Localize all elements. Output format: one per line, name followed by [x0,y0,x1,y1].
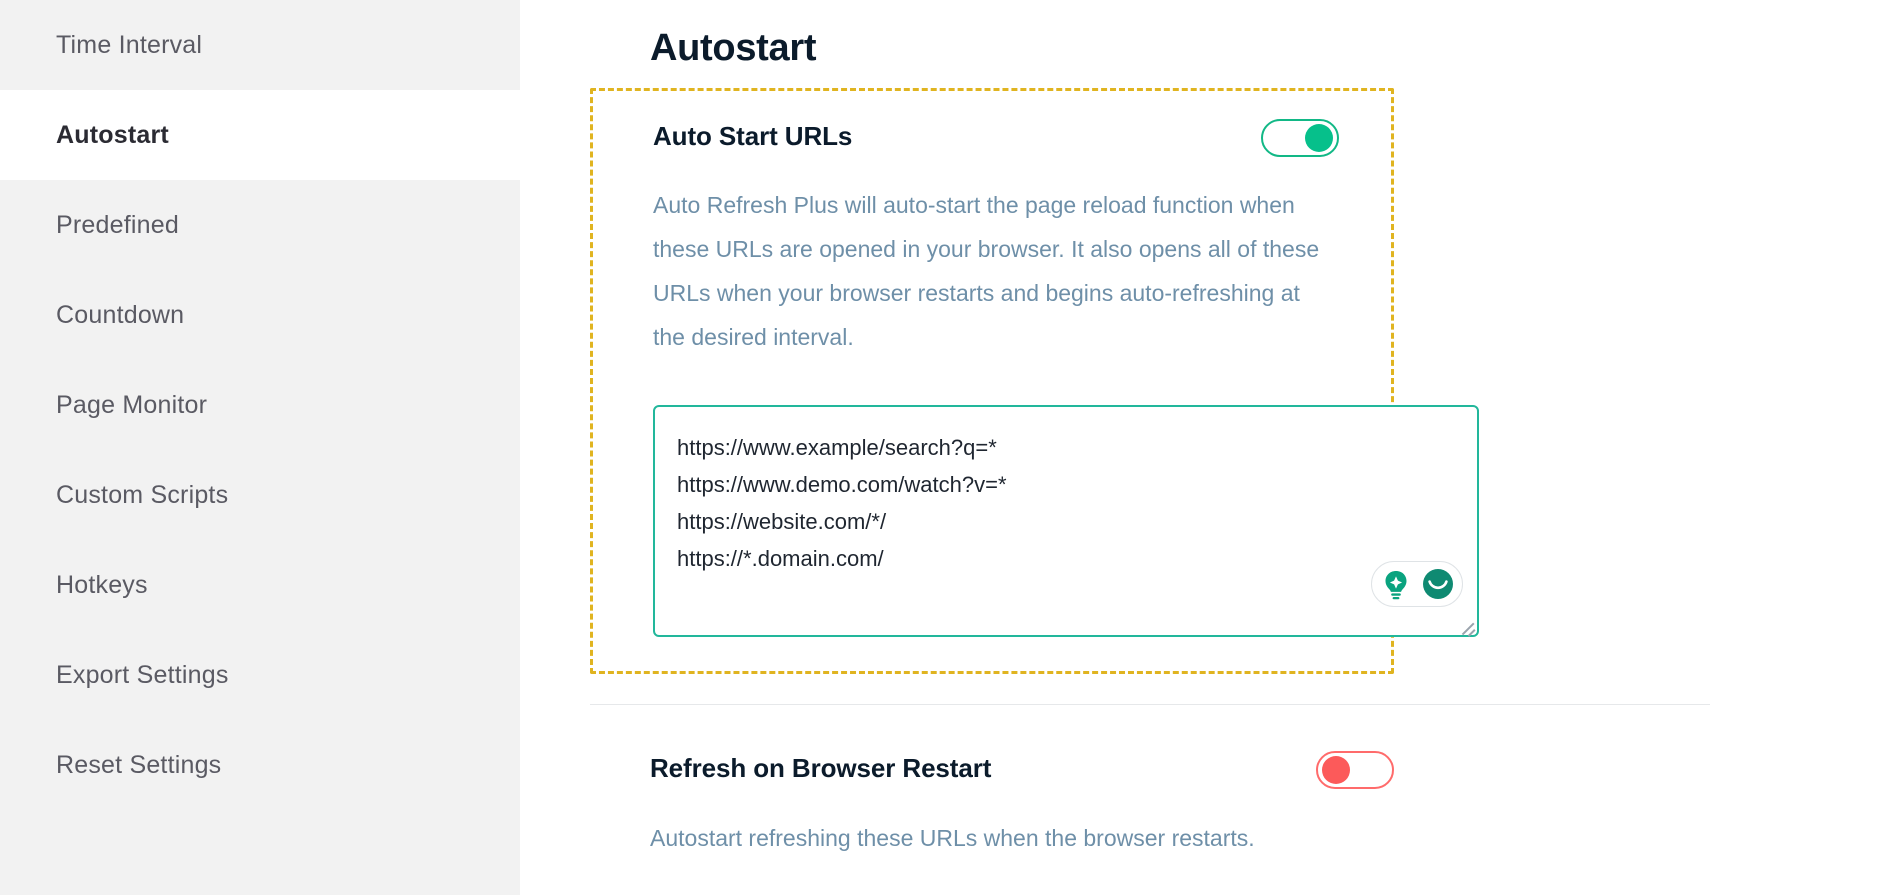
sidebar-item-label: Export Settings [56,660,229,689]
auto-start-urls-section: Auto Start URLs Auto Refresh Plus will a… [590,88,1479,674]
page-title: Autostart [650,27,817,69]
sidebar-item-predefined[interactable]: Predefined [0,180,520,270]
settings-page: Time Interval Autostart Predefined Count… [0,0,1894,895]
lightbulb-sparkle-icon[interactable] [1376,564,1416,604]
sidebar-item-label: Predefined [56,210,179,239]
auto-start-urls-textarea-wrap: https://www.example/search?q=* https://w… [653,405,1479,637]
sidebar-item-export-settings[interactable]: Export Settings [0,630,520,720]
refresh-on-browser-restart-description: Autostart refreshing these URLs when the… [650,825,1255,851]
toggle-knob [1305,124,1333,152]
refresh-on-browser-restart-section: Refresh on Browser Restart Autostart ref… [650,749,1394,855]
sidebar-item-time-interval[interactable]: Time Interval [0,0,520,90]
sidebar-item-label: Page Monitor [56,390,208,419]
sidebar-item-label: Time Interval [56,30,203,59]
sidebar-item-custom-scripts[interactable]: Custom Scripts [0,450,520,540]
grammarly-smile-icon[interactable] [1418,564,1458,604]
sidebar-item-label: Autostart [56,120,169,149]
refresh-on-browser-restart-header: Refresh on Browser Restart [650,749,1394,789]
sidebar-item-autostart[interactable]: Autostart [0,90,520,180]
auto-start-urls-textarea[interactable]: https://www.example/search?q=* https://w… [653,405,1479,637]
sidebar-item-label: Hotkeys [56,570,148,599]
section-divider [590,704,1710,705]
url-line: https://www.example/search?q=* [677,435,997,460]
refresh-on-browser-restart-title: Refresh on Browser Restart [650,753,992,783]
url-line: https://*.domain.com/ [677,546,884,571]
url-line: https://website.com/*/ [677,509,887,534]
sidebar-item-label: Countdown [56,300,185,329]
sidebar-nav: Time Interval Autostart Predefined Count… [0,0,520,895]
main-content: Autostart Auto Start URLs Auto Refresh P… [520,0,1894,895]
sidebar-item-label: Custom Scripts [56,480,229,509]
auto-start-urls-toggle[interactable] [1261,119,1339,157]
sidebar-item-label: Reset Settings [56,750,222,779]
auto-start-urls-header: Auto Start URLs [593,117,1391,157]
sidebar-item-hotkeys[interactable]: Hotkeys [0,540,520,630]
textarea-resize-handle[interactable] [1460,618,1476,634]
toggle-knob [1322,756,1350,784]
auto-start-urls-title: Auto Start URLs [653,121,853,151]
refresh-on-browser-restart-toggle[interactable] [1316,751,1394,789]
sidebar-item-page-monitor[interactable]: Page Monitor [0,360,520,450]
auto-start-urls-description: Auto Refresh Plus will auto-start the pa… [653,192,1320,350]
sidebar-item-countdown[interactable]: Countdown [0,270,520,360]
writing-assistant-badge[interactable] [1371,561,1463,607]
sidebar-item-reset-settings[interactable]: Reset Settings [0,720,520,810]
url-line: https://www.demo.com/watch?v=* [677,472,1007,497]
